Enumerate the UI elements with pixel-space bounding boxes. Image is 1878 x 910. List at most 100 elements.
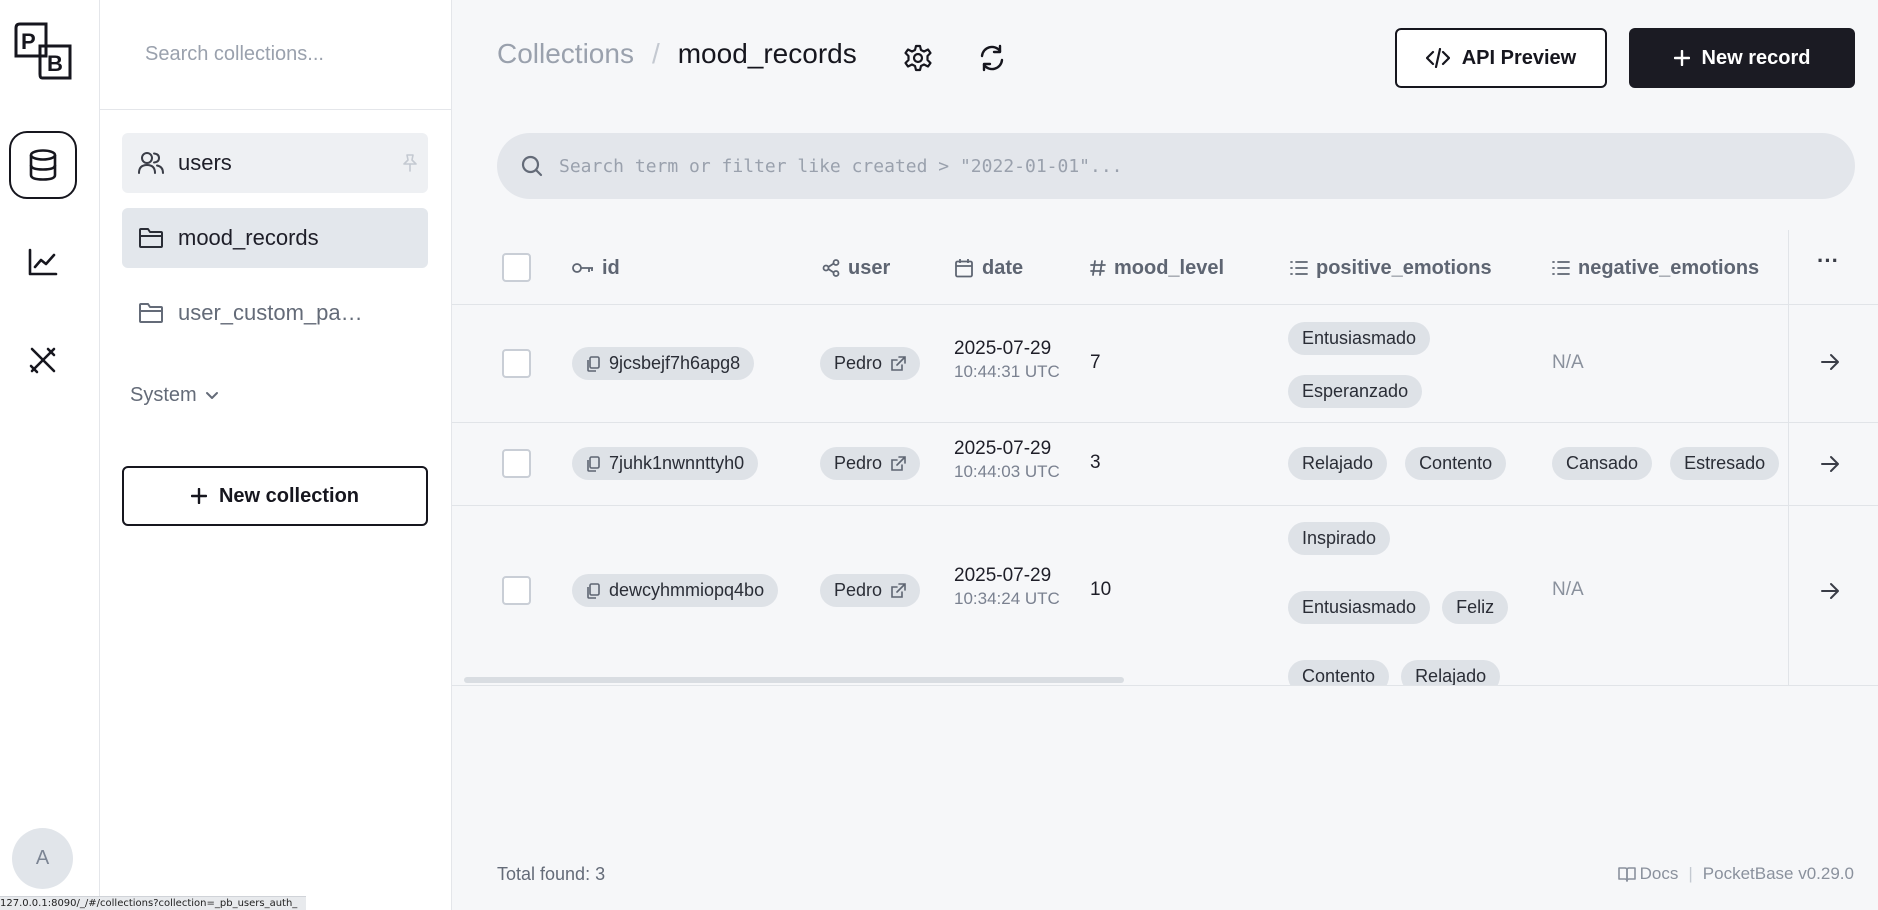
table-header-row: id user date mood_level positive_emotion…	[452, 230, 1878, 305]
collections-search-input[interactable]: Search collections...	[100, 0, 451, 110]
calendar-icon	[954, 258, 974, 278]
emotion-tag: Entusiasmado	[1288, 591, 1431, 624]
emotion-tag: Cansado	[1552, 447, 1653, 480]
table-row[interactable]: 9jcsbejf7h6apg8 Pedro 2025-07-29 10:44:3…	[452, 305, 1878, 423]
collections-sidebar: Search collections... users mood_records…	[100, 0, 452, 910]
column-header-positive-emotions[interactable]: positive_emotions	[1290, 252, 1492, 284]
copy-icon	[586, 582, 600, 599]
breadcrumb-root[interactable]: Collections	[497, 38, 634, 70]
emotion-tag: Contento	[1405, 447, 1507, 480]
external-link-icon	[891, 456, 906, 471]
column-header-date[interactable]: date	[954, 252, 1023, 284]
system-collections-toggle[interactable]: System	[130, 384, 219, 407]
api-preview-button[interactable]: API Preview	[1395, 28, 1607, 88]
table-row[interactable]: 7juhk1nwnnttyh0 Pedro 2025-07-29 10:44:0…	[452, 423, 1878, 506]
row-checkbox[interactable]	[502, 449, 531, 478]
svg-text:P: P	[21, 29, 36, 54]
negative-emotions-cell: Cansado Estresado	[1552, 447, 1792, 480]
emotion-tag: Inspirado	[1288, 522, 1391, 555]
mood-level-cell: 3	[1090, 452, 1101, 473]
record-id-chip[interactable]: dewcyhmmiopq4bo	[572, 574, 779, 607]
main-panel: Collections / mood_records API Preview N…	[452, 0, 1878, 910]
sidebar-item-user-custom-params[interactable]: user_custom_pa…	[122, 283, 428, 343]
pin-icon[interactable]	[402, 154, 418, 172]
breadcrumb: Collections / mood_records	[497, 38, 857, 70]
tools-icon	[28, 345, 58, 375]
folder-icon	[138, 302, 164, 324]
row-actions-column: ···	[1788, 230, 1878, 685]
search-icon	[521, 155, 543, 177]
database-icon	[28, 149, 58, 181]
browser-status-url: 127.0.0.1:8090/_/#/collections?collectio…	[0, 896, 306, 910]
table-row[interactable]: dewcyhmmiopq4bo Pedro 2025-07-29 10:34:2…	[452, 506, 1878, 685]
emotion-tag: Entusiasmado	[1288, 322, 1431, 355]
record-id-chip[interactable]: 9jcsbejf7h6apg8	[572, 347, 755, 380]
positive-emotions-cell: Entusiasmado Esperanzado	[1288, 322, 1528, 408]
avatar-letter: A	[35, 847, 50, 869]
more-columns-icon[interactable]: ···	[1817, 248, 1839, 274]
emotion-tag: Relajado	[1401, 660, 1501, 685]
copy-icon	[586, 355, 600, 372]
emotion-tag: Feliz	[1442, 591, 1509, 624]
collections-search-placeholder: Search collections...	[145, 43, 324, 65]
docs-link[interactable]: Docs	[1617, 864, 1678, 884]
row-checkbox[interactable]	[502, 349, 531, 378]
page-title: mood_records	[677, 38, 857, 69]
footer-divider: |	[1688, 864, 1693, 883]
date-cell: 2025-07-29 10:44:31 UTC	[954, 338, 1060, 381]
record-id-chip[interactable]: 7juhk1nwnnttyh0	[572, 447, 759, 480]
records-table: id user date mood_level positive_emotion…	[452, 230, 1878, 686]
user-relation-chip[interactable]: Pedro	[820, 347, 921, 380]
new-record-button[interactable]: New record	[1629, 28, 1855, 88]
external-link-icon	[891, 356, 906, 371]
sidebar-item-users[interactable]: users	[122, 133, 428, 193]
folder-icon	[138, 227, 164, 249]
app-rail: P B A	[0, 0, 100, 910]
key-icon	[572, 262, 594, 274]
user-relation-chip[interactable]: Pedro	[820, 574, 921, 607]
book-icon	[1617, 866, 1636, 882]
positive-emotions-cell: Inspirado Entusiasmado Feliz Contento Re…	[1288, 522, 1528, 685]
rail-logs-button[interactable]	[9, 228, 77, 296]
emotion-tag: Contento	[1288, 660, 1390, 685]
relation-icon	[822, 259, 840, 277]
negative-emotions-cell: N/A	[1552, 352, 1584, 373]
row-checkbox[interactable]	[502, 576, 531, 605]
positive-emotions-cell: Relajado Contento	[1288, 447, 1528, 480]
hash-icon	[1090, 259, 1106, 277]
external-link-icon	[891, 583, 906, 598]
horizontal-scrollbar[interactable]	[464, 677, 1124, 683]
collection-settings-icon[interactable]	[904, 44, 932, 72]
plus-icon	[190, 488, 207, 504]
pocketbase-logo[interactable]: P B	[12, 22, 72, 80]
date-cell: 2025-07-29 10:44:03 UTC	[954, 438, 1060, 481]
new-collection-button[interactable]: New collection	[122, 466, 428, 526]
records-search-input[interactable]: Search term or filter like created > "20…	[497, 133, 1855, 199]
emotion-tag: Relajado	[1288, 447, 1388, 480]
copy-icon	[586, 455, 600, 472]
rail-collections-button[interactable]	[9, 131, 77, 199]
emotion-tag: Estresado	[1670, 447, 1780, 480]
version-label[interactable]: PocketBase v0.29.0	[1703, 864, 1854, 884]
column-header-user[interactable]: user	[822, 252, 890, 284]
chart-line-icon	[28, 248, 58, 276]
column-header-id[interactable]: id	[572, 252, 620, 284]
rail-settings-button[interactable]	[9, 326, 77, 394]
sidebar-item-label: users	[178, 150, 232, 175]
breadcrumb-separator: /	[651, 38, 660, 69]
avatar[interactable]: A	[12, 828, 73, 889]
column-header-mood-level[interactable]: mood_level	[1090, 252, 1224, 284]
sidebar-item-mood-records[interactable]: mood_records	[122, 208, 428, 268]
mood-level-cell: 7	[1090, 352, 1101, 373]
user-relation-chip[interactable]: Pedro	[820, 447, 921, 480]
footer-links: Docs | PocketBase v0.29.0	[1617, 864, 1854, 884]
sidebar-item-label: user_custom_pa…	[178, 300, 363, 325]
select-all-checkbox[interactable]	[502, 253, 531, 282]
code-icon	[1425, 48, 1450, 68]
system-label: System	[130, 384, 197, 406]
refresh-icon[interactable]	[978, 44, 1006, 72]
mood-level-cell: 10	[1090, 579, 1112, 600]
new-collection-label: New collection	[218, 484, 360, 507]
column-header-negative-emotions[interactable]: negative_emotions	[1552, 252, 1759, 284]
search-placeholder: Search term or filter like created > "20…	[559, 155, 1123, 177]
